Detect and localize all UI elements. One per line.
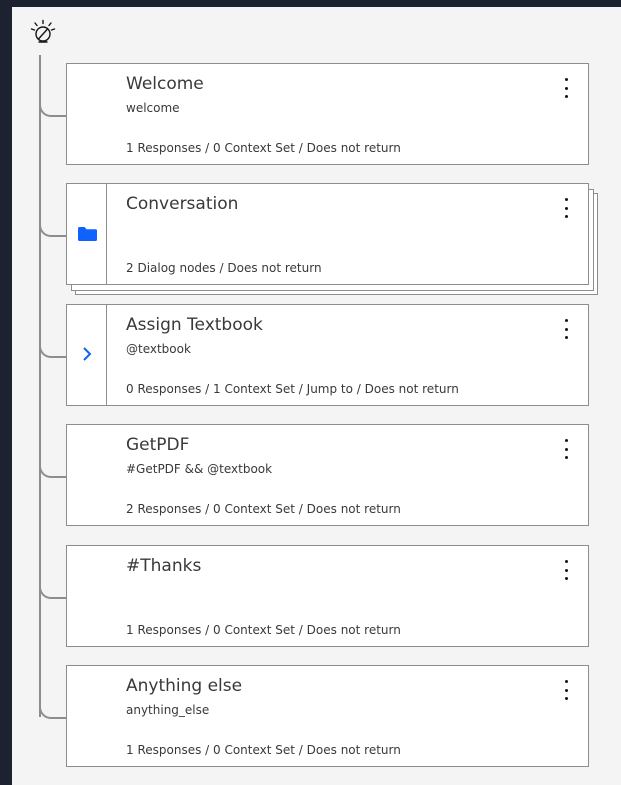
node-summary: 0 Responses / 1 Context Set / Jump to / … bbox=[126, 382, 459, 396]
node-summary: 2 Responses / 0 Context Set / Does not r… bbox=[126, 502, 401, 516]
dialog-node-anything-else[interactable]: Anything else anything_else 1 Responses … bbox=[66, 665, 589, 767]
node-title: Anything else bbox=[126, 676, 243, 696]
folder-icon bbox=[78, 227, 97, 241]
chevron-right-icon[interactable] bbox=[80, 346, 94, 362]
overflow-menu-icon[interactable] bbox=[558, 439, 574, 459]
dialog-tree-canvas: Welcome welcome 1 Responses / 0 Context … bbox=[12, 7, 621, 785]
node-title: Conversation bbox=[126, 194, 239, 214]
node-gutter bbox=[67, 305, 107, 405]
node-gutter bbox=[67, 425, 107, 525]
tree-branch bbox=[39, 464, 67, 478]
node-title: #Thanks bbox=[126, 556, 202, 576]
tree-branch bbox=[39, 103, 67, 117]
node-condition: anything_else bbox=[126, 703, 210, 717]
node-summary: 1 Responses / 0 Context Set / Does not r… bbox=[126, 141, 401, 155]
node-condition: @textbook bbox=[126, 342, 191, 356]
dialog-node-getpdf[interactable]: GetPDF #GetPDF && @textbook 2 Responses … bbox=[66, 424, 589, 526]
node-gutter bbox=[67, 184, 107, 284]
overflow-menu-icon[interactable] bbox=[558, 78, 574, 98]
node-title: GetPDF bbox=[126, 435, 190, 455]
node-title: Assign Textbook bbox=[126, 315, 263, 335]
dialog-node-thanks[interactable]: #Thanks 1 Responses / 0 Context Set / Do… bbox=[66, 545, 589, 647]
overflow-menu-icon[interactable] bbox=[558, 198, 574, 218]
watson-bulb-icon bbox=[30, 19, 56, 43]
tree-branch bbox=[39, 344, 67, 358]
dialog-node-welcome[interactable]: Welcome welcome 1 Responses / 0 Context … bbox=[66, 63, 589, 165]
node-title: Welcome bbox=[126, 74, 204, 94]
node-gutter bbox=[67, 64, 107, 164]
overflow-menu-icon[interactable] bbox=[558, 319, 574, 339]
node-summary: 2 Dialog nodes / Does not return bbox=[126, 261, 322, 275]
node-gutter bbox=[67, 546, 107, 646]
tree-branch bbox=[39, 585, 67, 599]
dialog-folder-conversation[interactable]: Conversation 2 Dialog nodes / Does not r… bbox=[66, 183, 589, 285]
node-summary: 1 Responses / 0 Context Set / Does not r… bbox=[126, 743, 401, 757]
tree-trunk-line bbox=[39, 55, 41, 717]
node-summary: 1 Responses / 0 Context Set / Does not r… bbox=[126, 623, 401, 637]
overflow-menu-icon[interactable] bbox=[558, 680, 574, 700]
dialog-node-assign-textbook[interactable]: Assign Textbook @textbook 0 Responses / … bbox=[66, 304, 589, 406]
node-condition: #GetPDF && @textbook bbox=[126, 462, 273, 476]
node-condition: welcome bbox=[126, 101, 180, 115]
tree-branch bbox=[39, 223, 67, 237]
overflow-menu-icon[interactable] bbox=[558, 560, 574, 580]
tree-branch bbox=[39, 705, 67, 719]
node-gutter bbox=[67, 666, 107, 766]
